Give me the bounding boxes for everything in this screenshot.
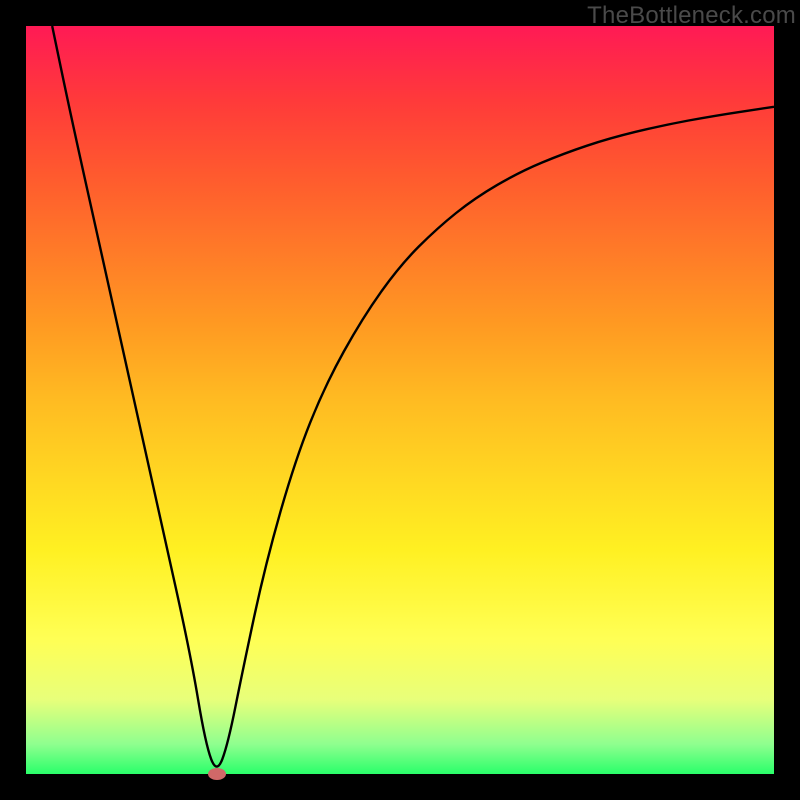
minimum-marker [208,768,226,780]
bottleneck-curve [26,26,774,774]
watermark-text: TheBottleneck.com [587,2,796,30]
plot-area [26,26,774,774]
chart-frame: TheBottleneck.com [0,0,800,800]
